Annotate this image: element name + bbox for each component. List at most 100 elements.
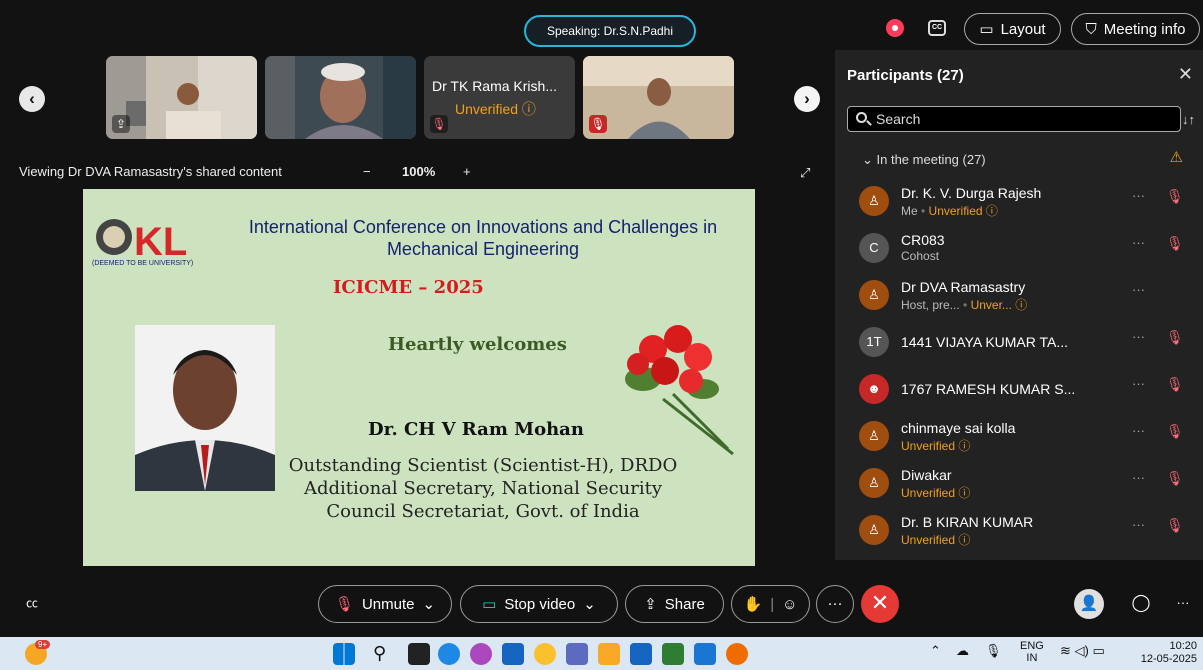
muted-mic-icon: 🎙: [1166, 423, 1184, 439]
leave-meeting-button[interactable]: ✕: [861, 585, 899, 623]
more-options-icon[interactable]: ···: [1132, 282, 1145, 297]
zoom-in-button[interactable]: +: [463, 164, 471, 179]
firefox-icon[interactable]: [726, 643, 748, 665]
strip-next-arrow[interactable]: ›: [794, 86, 820, 112]
excel-icon[interactable]: [662, 643, 684, 665]
avatar: ♙: [859, 421, 889, 451]
muted-mic-icon: 🎙: [1166, 376, 1184, 392]
more-options-icon[interactable]: ···: [1132, 376, 1145, 391]
search-icon[interactable]: ⚲: [373, 643, 395, 665]
flower-bouquet: [603, 319, 748, 459]
participant-row[interactable]: ☻ 1767 RAMESH KUMAR S... ··· 🎙: [859, 368, 1189, 414]
participant-row[interactable]: ♙ Dr. K. V. Durga Rajesh Me • Unverified ⓘ…: [859, 180, 1189, 226]
meeting-info-button[interactable]: ⛉ Meeting info: [1071, 13, 1200, 45]
participants-panel: Participants (27) ✕ Search ↓↑ ⌄ In the m…: [835, 50, 1203, 560]
unverified-label: Unverified: [901, 439, 956, 453]
os-taskbar: 9+ ⚲ ⌃ ☁ 🎙 ENG IN ≋ ◁) ▭ 10:20 12-05-202…: [0, 637, 1203, 670]
microphone-icon[interactable]: 🎙: [985, 643, 1002, 659]
video-camera-icon: ▭: [482, 595, 497, 613]
meeting-window: Speaking: Dr.S.N.Padhi CC ▭ Layout ⛉ Mee…: [0, 0, 1203, 670]
chrome-icon[interactable]: [534, 643, 556, 665]
unverified-label: Unverified: [928, 204, 983, 218]
participant-name: 1441 VIJAYA KUMAR TA...: [901, 334, 1069, 350]
unverified-label: Unverified: [901, 533, 956, 547]
video-tile[interactable]: Dr TK Rama Krish... Unverified ⓘ 🎙: [424, 56, 575, 139]
chat-icon[interactable]: ◯: [1122, 585, 1160, 623]
meeting-info-label: Meeting info: [1103, 20, 1186, 38]
participant-name: Dr TK Rama Krish...: [432, 78, 557, 94]
close-icon[interactable]: ✕: [1178, 64, 1193, 85]
raise-hand-icon: ✋: [743, 595, 763, 613]
participant-row[interactable]: ♙ Diwakar Unverified ⓘ ··· 🎙: [859, 462, 1189, 508]
more-icon[interactable]: ···: [1164, 585, 1202, 623]
participant-row[interactable]: 1T 1441 VIJAYA KUMAR TA... ··· 🎙: [859, 321, 1189, 367]
windows-start-icon[interactable]: [333, 643, 355, 665]
expand-icon[interactable]: ⤢: [800, 165, 810, 181]
more-options-icon[interactable]: ···: [1132, 423, 1145, 438]
video-tile[interactable]: ⇪: [106, 56, 257, 139]
welcome-heading: Heartly welcomes: [388, 334, 567, 355]
weather-icon[interactable]: 9+: [25, 640, 51, 665]
muted-mic-icon: 🎙: [334, 595, 354, 613]
strip-prev-arrow[interactable]: ‹: [19, 86, 45, 112]
participant-name: Diwakar: [901, 467, 952, 483]
reactions-button[interactable]: ✋ | ☺: [731, 585, 810, 623]
unmute-label: Unmute: [361, 595, 415, 613]
captions-icon[interactable]: ㏄: [17, 585, 47, 623]
share-icon: ⇪: [644, 595, 657, 613]
avatar: ♙: [859, 186, 889, 216]
file-explorer-icon[interactable]: [598, 643, 620, 665]
participant-video: [265, 56, 416, 139]
participant-row[interactable]: C CR083 Cohost ··· 🎙: [859, 227, 1189, 273]
share-label: Share: [664, 595, 705, 613]
onedrive-icon[interactable]: ☁: [956, 643, 969, 659]
recording-icon[interactable]: [886, 19, 904, 37]
participant-role: Unverified ⓘ: [901, 486, 971, 500]
teams-icon[interactable]: [566, 643, 588, 665]
zoom-level: 100%: [402, 164, 436, 179]
more-options-icon[interactable]: ···: [1132, 517, 1145, 532]
warning-user-icon[interactable]: ⚠: [1170, 148, 1183, 166]
edge-icon[interactable]: [438, 643, 460, 665]
show-hidden-icons[interactable]: ⌃: [930, 643, 941, 659]
dell-icon[interactable]: [630, 643, 652, 665]
store-icon[interactable]: [502, 643, 524, 665]
video-tile[interactable]: [265, 56, 416, 139]
search-icon: [856, 112, 867, 123]
clock[interactable]: 10:20 12-05-2025: [1137, 640, 1197, 666]
zoom-out-button[interactable]: −: [363, 164, 371, 179]
avatar: ♙: [859, 468, 889, 498]
more-options-icon[interactable]: ···: [1132, 329, 1145, 344]
participant-row[interactable]: ♙ chinmaye sai kolla Unverified ⓘ ··· 🎙: [859, 415, 1189, 461]
muted-mic-icon: 🎙: [430, 115, 448, 133]
more-options-icon[interactable]: ···: [1132, 235, 1145, 250]
layout-icon: ▭: [979, 20, 994, 38]
muted-mic-icon: 🎙: [1166, 517, 1184, 533]
avatar: ☻: [859, 374, 889, 404]
task-view-icon[interactable]: [408, 643, 430, 665]
share-button[interactable]: ⇪ Share: [625, 585, 724, 623]
unmute-button[interactable]: 🎙 Unmute ⌄: [318, 585, 452, 623]
sort-icon[interactable]: ↓↑: [1182, 112, 1195, 127]
search-placeholder: Search: [876, 111, 921, 127]
in-meeting-section-toggle[interactable]: ⌄ In the meeting (27): [862, 152, 986, 168]
video-tile[interactable]: 🎙: [583, 56, 734, 139]
more-options-button[interactable]: ···: [816, 585, 854, 623]
stop-video-button[interactable]: ▭ Stop video ⌄: [460, 585, 618, 623]
word-icon[interactable]: [694, 643, 716, 665]
participant-search-input[interactable]: Search: [847, 106, 1181, 132]
more-options-icon[interactable]: ···: [1132, 470, 1145, 485]
chevron-down-icon: ⌄: [422, 595, 436, 613]
language-indicator[interactable]: ENG IN: [1020, 640, 1044, 664]
participant-row[interactable]: ♙ Dr DVA Ramasastry Host, pre... • Unver..…: [859, 274, 1189, 320]
svg-text:KL: KL: [134, 220, 187, 264]
wifi-volume-battery-icons[interactable]: ≋ ◁) ▭: [1060, 643, 1105, 659]
participants-icon[interactable]: 👤: [1074, 589, 1104, 619]
copilot-icon[interactable]: [470, 643, 492, 665]
guest-portrait: [135, 325, 275, 491]
participant-row[interactable]: ♙ Dr. B KIRAN KUMAR Unverified ⓘ ··· 🎙: [859, 509, 1189, 555]
layout-button[interactable]: ▭ Layout: [964, 13, 1061, 45]
more-options-icon[interactable]: ···: [1132, 188, 1145, 203]
closed-captions-icon[interactable]: CC: [928, 20, 946, 36]
unverified-label: Unverified ⓘ: [455, 101, 536, 117]
